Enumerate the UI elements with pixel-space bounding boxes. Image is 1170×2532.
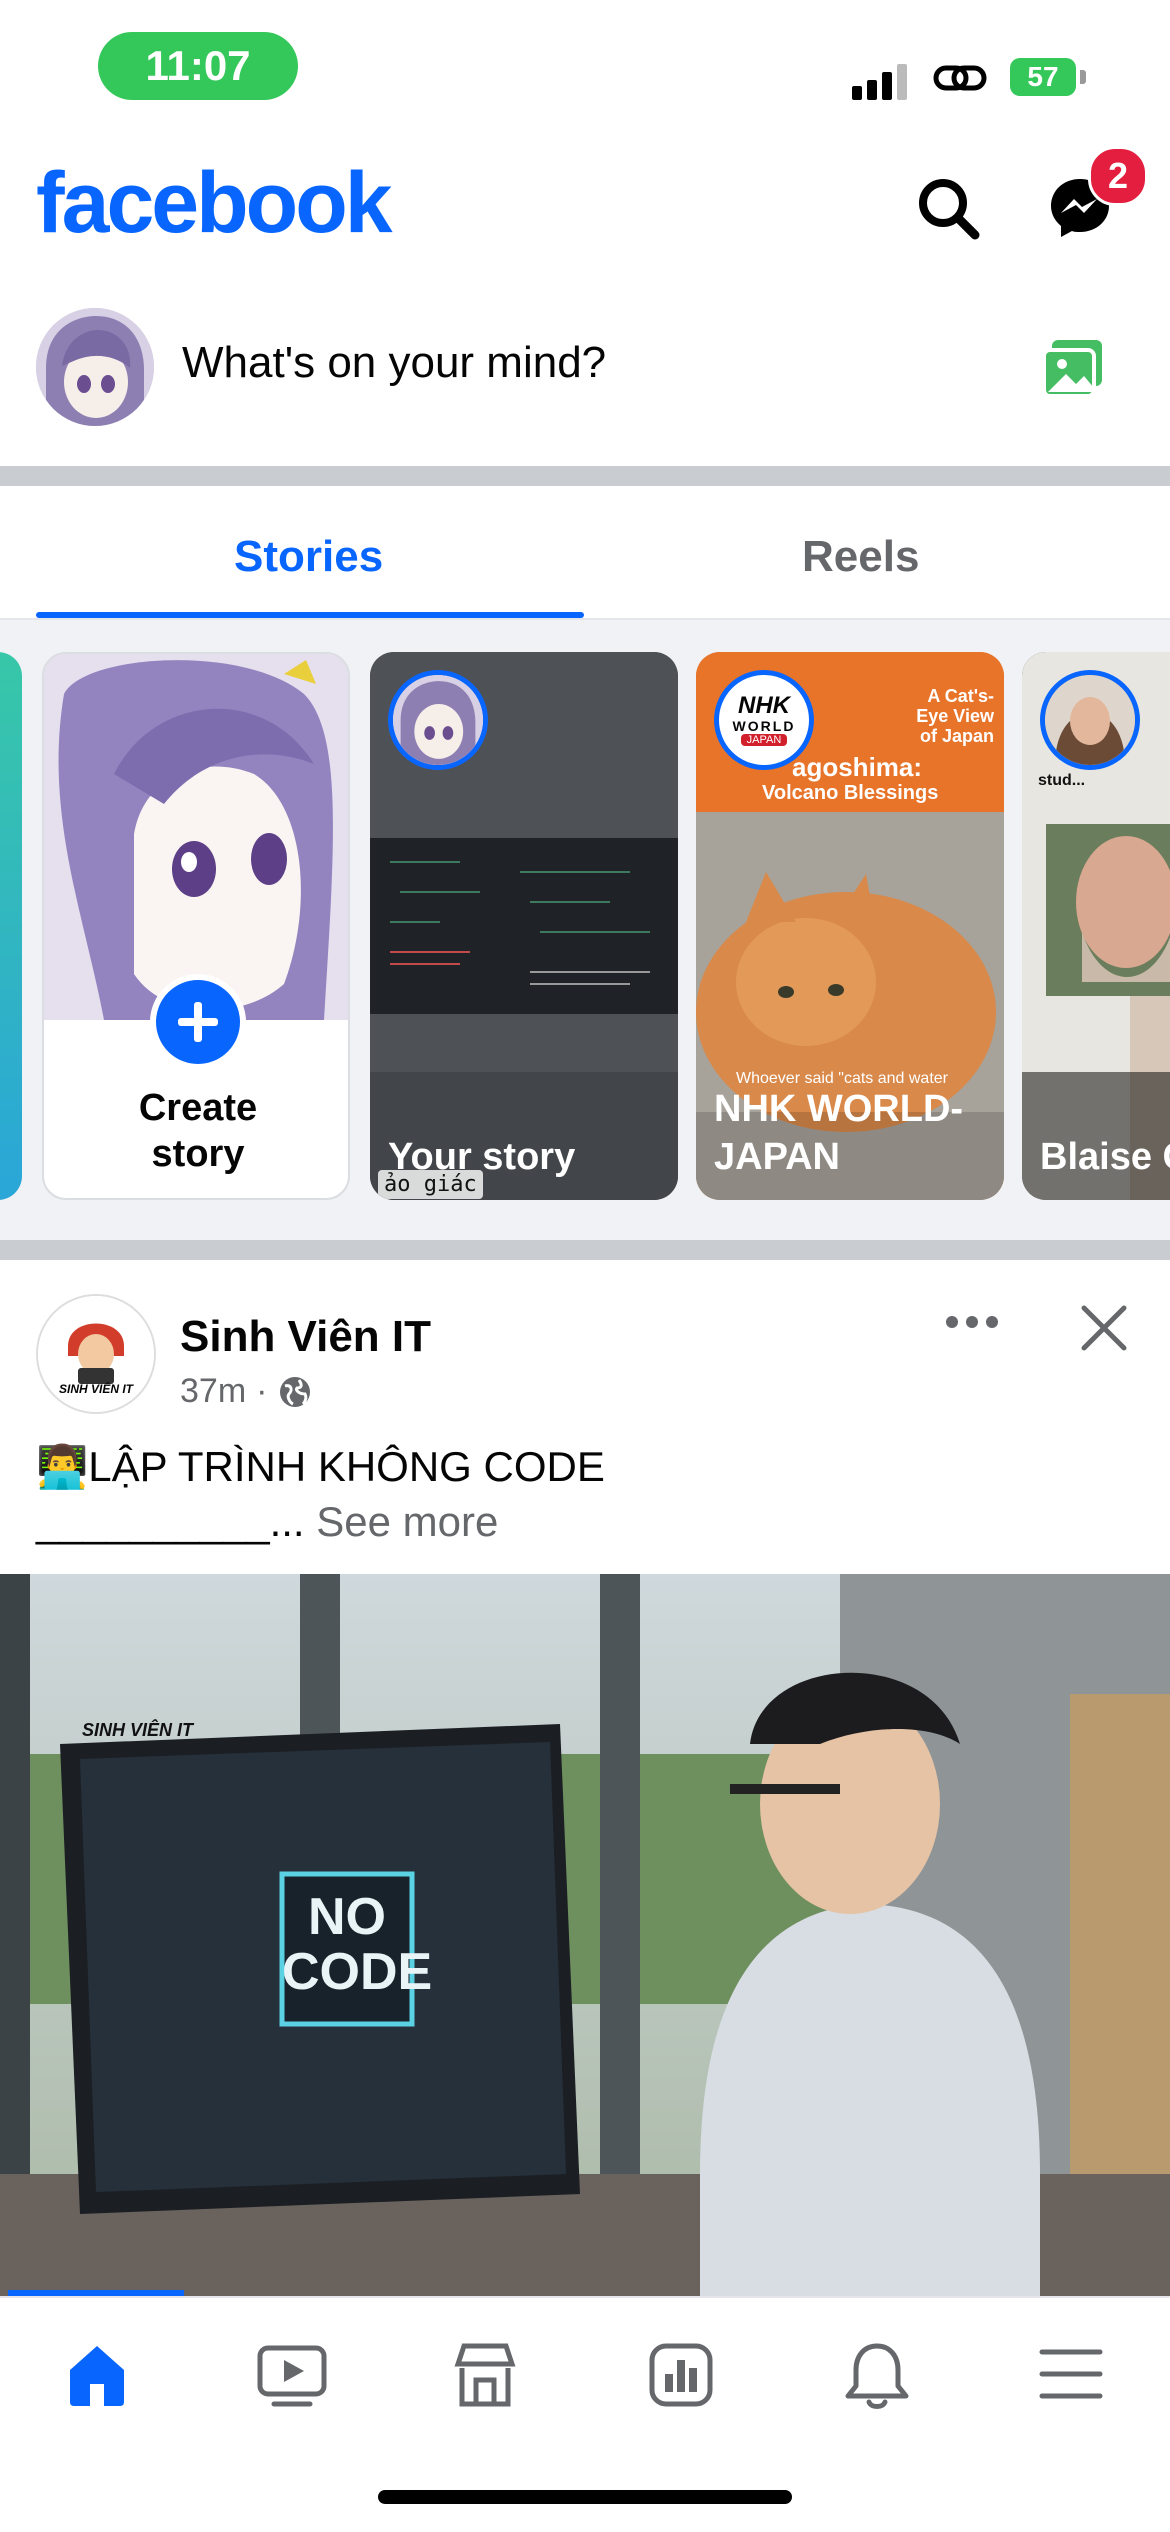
your-story-avatar [388,670,488,770]
home-icon[interactable] [62,2340,132,2410]
menu-icon[interactable] [1038,2344,1104,2404]
nhk-story-label-line1: NHK WORLD- [714,1088,964,1130]
tab-reels[interactable]: Reels [802,532,919,582]
more-options-icon[interactable] [940,1310,1004,1334]
plus-icon [178,1002,218,1042]
blaise-avatar [1040,670,1140,770]
post-image-art [0,1574,1170,2296]
image-screen-line2: CODE [282,1942,433,2001]
post-text-underline: __________... [36,1497,305,1545]
battery-tip [1080,70,1086,84]
composer-input[interactable]: What's on your mind? [182,338,606,388]
story-card-partial[interactable] [0,652,22,1200]
create-story-card[interactable]: Create story [42,652,350,1200]
create-story-image [44,654,348,1020]
nhk-headline1: agoshima: [792,752,923,782]
create-story-label: Create story [44,1086,348,1177]
marketplace-icon[interactable] [450,2340,520,2410]
search-button[interactable] [908,168,988,248]
close-icon[interactable] [1076,1300,1132,1356]
post-author-avatar-caption: SINH VIÊN IT [58,1382,133,1396]
story-card-blaise[interactable]: stud... Blaise C [1022,652,1170,1200]
globe-icon [280,1376,311,1407]
cellular-signal-icon [852,62,912,100]
nhk-banner-line3: of Japan [919,726,994,746]
nhk-logo-top: NHK [738,692,790,719]
video-icon[interactable] [256,2340,328,2410]
story-card-your-story[interactable]: Your story ảo giác [370,652,678,1200]
create-story-plus-button[interactable] [150,974,246,1070]
messenger-badge: 2 [1088,146,1148,206]
home-indicator[interactable] [378,2490,792,2504]
see-more-link[interactable]: See more [316,1498,498,1545]
notifications-icon[interactable] [842,2340,912,2412]
story-card-nhk[interactable]: A Cat's- Eye View of Japan agoshima: Vol… [696,652,1004,1200]
post-text-line1: LẬP TRÌNH KHÔNG CODE [88,1443,605,1490]
post-author-avatar[interactable]: SINH VIÊN IT [36,1294,156,1414]
image-watermark-logo: SINH VIÊN IT [82,1720,194,1740]
post-image[interactable]: NO CODE SINH VIÊN IT [0,1574,1170,2296]
nhk-logo-bot: JAPAN [740,734,788,746]
post-meta: 37m · [180,1372,313,1411]
post-text: 👨‍💻LẬP TRÌNH KHÔNG CODE __________... Se… [36,1440,605,1549]
nhk-story-label-line2: JAPAN [714,1135,840,1178]
nhk-banner-line1: A Cat's- [927,686,994,706]
create-story-label-line2: story [151,1132,245,1175]
search-icon [919,179,980,240]
blaise-overlay-text: stud... [1038,772,1086,789]
post-author-name[interactable]: Sinh Viên IT [180,1312,431,1362]
photo-icon[interactable] [1040,338,1106,400]
image-screen-line1: NO [308,1888,386,1946]
your-story-caption: ảo giác [378,1170,483,1199]
post-meta-dot: · [256,1372,268,1410]
facebook-logo[interactable]: facebook [36,160,393,246]
battery-indicator: 57 [1010,58,1076,96]
tab-stories[interactable]: Stories [234,532,383,582]
dashboard-icon[interactable] [646,2340,716,2410]
nhk-logo-mid: WORLD [732,718,796,734]
section-divider-2 [0,1240,1170,1260]
section-divider [0,466,1170,486]
create-story-label-line1: Create [138,1087,258,1129]
nhk-story-label: NHK WORLD- JAPAN [714,1086,963,1181]
blaise-story-label: Blaise C [1040,1136,1170,1178]
nhk-banner-line2: Eye View [916,706,994,726]
user-avatar[interactable] [36,308,154,426]
nhk-logo-avatar: NHK WORLD JAPAN [714,670,814,770]
post-emoji: 👨‍💻 [36,1443,89,1490]
post-time[interactable]: 37m [180,1372,246,1411]
image-screen-text: NO CODE [282,1888,433,2001]
nhk-headline2: Volcano Blessings [762,782,939,804]
nav-top-border [0,2296,1170,2298]
link-icon [933,65,987,91]
status-time: 11:07 [98,32,298,100]
